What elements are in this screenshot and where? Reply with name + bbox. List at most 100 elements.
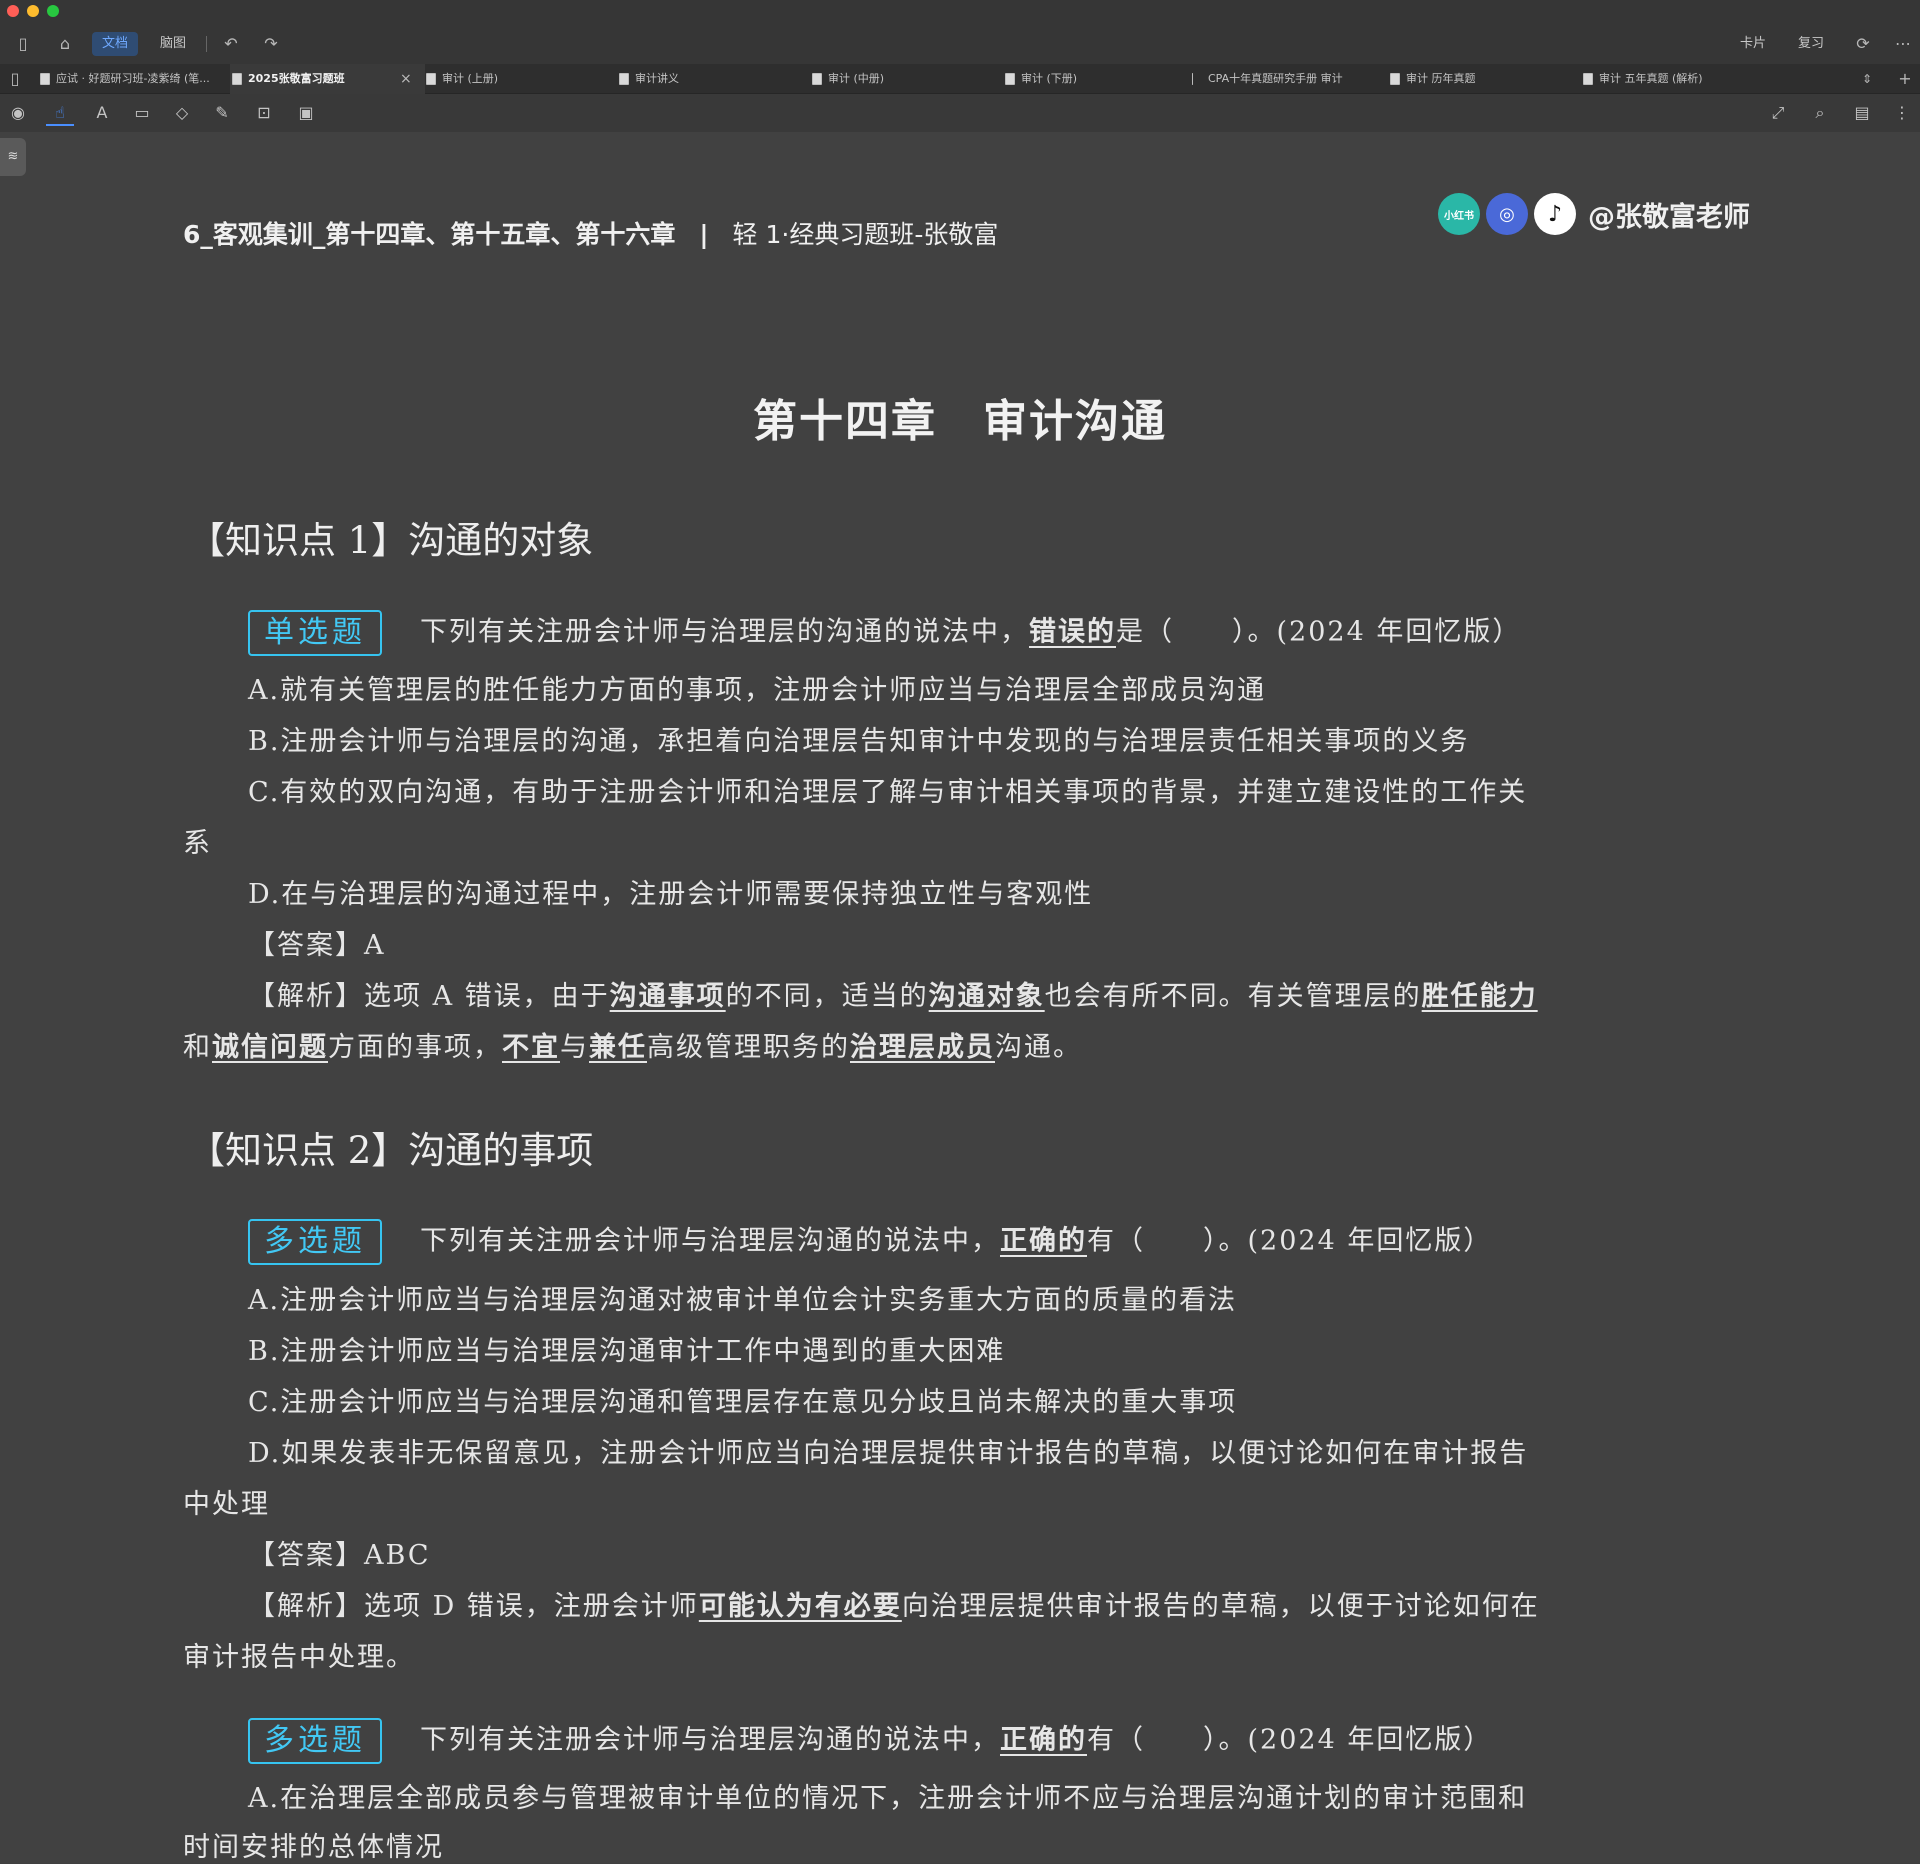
stem-text: 有（ ）。(2024 年回忆版） [1087, 1724, 1493, 1756]
sidebar-toggle-icon[interactable]: ▯ [10, 32, 36, 56]
mode-mindmap-button[interactable]: 脑图 [150, 32, 196, 56]
tab-document[interactable]: 应试 · 好题研习班-凌紫绮 (笔... [38, 64, 218, 94]
stem-emphasis: 正确的 [1000, 1724, 1087, 1756]
stem-emphasis: 正确的 [1000, 1225, 1087, 1257]
exp-emphasis: 沟通对象 [928, 981, 1045, 1012]
window-titlebar: ▯ ⌂ 文档 脑图 ↶ ↷ 卡片 复习 ⟳ ⋯ [0, 0, 1920, 64]
lasso-icon[interactable]: ◇ [168, 100, 196, 126]
question-stem: 单选题 下列有关注册会计师与治理层的沟通的说法中，错误的是（ ）。(2024 年回… [183, 610, 1743, 656]
author-handle: @张敬富老师 [1588, 201, 1750, 233]
tab-list-icon[interactable]: ▯ [2, 67, 28, 91]
view-icon[interactable]: ◉ [4, 100, 32, 126]
exp-text: 和 [183, 1032, 212, 1063]
rectangle-select-icon[interactable]: ▭ [128, 100, 156, 126]
option-d-continued: 中处理 [183, 1489, 270, 1520]
cards-button[interactable]: 卡片 [1730, 32, 1776, 56]
document-icon [40, 73, 50, 85]
question-type-badge: 多选题 [248, 1219, 382, 1265]
option-b: B.注册会计师应当与治理层沟通审计工作中遇到的重大困难 [248, 1336, 1006, 1367]
tab-document[interactable]: CPA十年真题研究手册 审计 [1190, 64, 1375, 94]
option-d: D.在与治理层的沟通过程中，注册会计师需要保持独立性与客观性 [248, 879, 1094, 910]
option-a: A.注册会计师应当与治理层沟通对被审计单位会计实务重大方面的质量的看法 [248, 1285, 1238, 1316]
tab-close-button[interactable]: × [400, 64, 412, 94]
document-icon [426, 73, 436, 85]
explanation-continued: 和诚信问题方面的事项，不宜与兼任高级管理职务的治理层成员沟通。 [183, 1025, 1743, 1064]
tab-document[interactable]: 审计 (下册) [1003, 64, 1173, 94]
layers-icon: ≋ [7, 149, 19, 164]
tab-label: 审计 (上册) [442, 72, 499, 85]
weibo-icon: ◎ [1486, 193, 1528, 235]
tab-document[interactable]: 审计 (中册) [810, 64, 980, 94]
question-type-badge: 单选题 [248, 610, 382, 656]
textbox-icon[interactable]: ⊡ [250, 100, 278, 126]
option-c-continued: 系 [183, 828, 212, 859]
sync-icon[interactable]: ⟳ [1850, 32, 1876, 56]
tab-label: 审计 (下册) [1021, 72, 1078, 85]
exp-text: 【解析】选项 A 错误，由于 [248, 981, 610, 1012]
xiaohongshu-icon: 小红书 [1438, 193, 1480, 235]
knowledge-point-heading: 【知识点 1】沟通的对象 [188, 519, 594, 562]
document-icon [1390, 73, 1400, 85]
tab-document[interactable]: 审计 (上册) [424, 64, 594, 94]
explanation: 【解析】选项 D 错误，注册会计师可能认为有必要向治理层提供审计报告的草稿，以便… [183, 1584, 1743, 1623]
minimize-window-button[interactable] [27, 5, 39, 17]
tab-bar: ▯ 应试 · 好题研习班-凌紫绮 (笔... 2025张敬富习题班 审计 (上册… [0, 64, 1920, 94]
social-handles: 小红书 ◎ ♪ @张敬富老师 [1438, 193, 1750, 235]
exp-text: 也会有所不同。有关管理层的 [1044, 981, 1422, 1012]
undo-icon[interactable]: ↶ [218, 32, 244, 56]
save-icon[interactable]: ▤ [1848, 100, 1876, 126]
tab-label: 应试 · 好题研习班-凌紫绮 (笔... [56, 72, 210, 85]
document-icon [812, 73, 822, 85]
document-icon [232, 73, 242, 85]
more-tools-icon[interactable]: ⋮ [1888, 100, 1916, 126]
exp-emphasis: 可能认为有必要 [698, 1591, 902, 1622]
highlight-icon[interactable]: A [88, 100, 116, 126]
stem-text: 有（ ）。(2024 年回忆版） [1087, 1225, 1493, 1257]
library-icon[interactable]: ⌂ [52, 32, 78, 56]
stem-text: 是（ ）。(2024 年回忆版） [1116, 616, 1522, 648]
option-a: A.就有关管理层的胜任能力方面的事项，注册会计师应当与治理层全部成员沟通 [248, 675, 1267, 706]
exp-text: 的不同，适当的 [725, 981, 929, 1012]
close-window-button[interactable] [7, 5, 19, 17]
exp-emphasis: 沟通事项 [609, 981, 726, 1012]
tab-document[interactable]: 审计 五年真题 (解析) [1581, 64, 1771, 94]
exp-text: 方面的事项， [328, 1032, 502, 1063]
review-button[interactable]: 复习 [1788, 32, 1834, 56]
exp-emphasis: 兼任 [589, 1032, 647, 1063]
more-menu-icon[interactable]: ⋯ [1890, 32, 1916, 56]
answer: 【答案】A [248, 930, 386, 961]
image-icon[interactable]: ▣ [292, 100, 320, 126]
tab-label: 2025张敬富习题班 [248, 72, 345, 85]
mode-doc-button[interactable]: 文档 [92, 32, 139, 56]
redo-icon[interactable]: ↷ [258, 32, 284, 56]
document-icon [619, 73, 629, 85]
exp-text: 【解析】选项 D 错误，注册会计师 [248, 1591, 699, 1622]
document-icon [1192, 73, 1193, 85]
exp-emphasis: 胜任能力 [1421, 981, 1538, 1012]
layers-panel-toggle[interactable]: ≋ [0, 138, 26, 176]
tab-document-active[interactable]: 2025张敬富习题班 [230, 64, 425, 94]
pen-icon[interactable]: ✎ [208, 100, 236, 126]
doc-header-separator: | [699, 220, 709, 249]
knowledge-point-heading: 【知识点 2】沟通的事项 [188, 1129, 594, 1172]
exp-emphasis: 治理层成员 [850, 1032, 995, 1063]
exp-text: 高级管理职务的 [647, 1032, 850, 1063]
search-doc-icon[interactable]: ⌕ [1806, 100, 1834, 126]
douyin-icon: ♪ [1534, 193, 1576, 235]
fullscreen-icon[interactable]: ⤢ [1764, 100, 1792, 126]
new-tab-icon[interactable]: + [1892, 67, 1918, 91]
tab-document[interactable]: 审计讲义 [617, 64, 787, 94]
exp-text: 与 [560, 1032, 589, 1063]
maximize-window-button[interactable] [47, 5, 59, 17]
annotation-toolbar: ◉ ☝ A ▭ ◇ ✎ ⊡ ▣ ⤢ ⌕ ▤ ⋮ [0, 94, 1920, 132]
tab-label: 审计讲义 [635, 72, 679, 85]
exp-emphasis: 诚信问题 [212, 1032, 328, 1063]
stem-emphasis: 错误的 [1029, 616, 1116, 648]
option-a-continued: 时间安排的总体情况 [183, 1832, 444, 1863]
tab-scroll-icon[interactable]: ⇕ [1854, 67, 1880, 91]
tab-label: 审计 五年真题 (解析) [1599, 72, 1703, 85]
tab-label: CPA十年真题研究手册 审计 [1208, 72, 1343, 85]
hand-pointer-icon[interactable]: ☝ [46, 100, 74, 126]
question-type-badge: 多选题 [248, 1718, 382, 1764]
tab-document[interactable]: 审计 历年真题 [1388, 64, 1558, 94]
